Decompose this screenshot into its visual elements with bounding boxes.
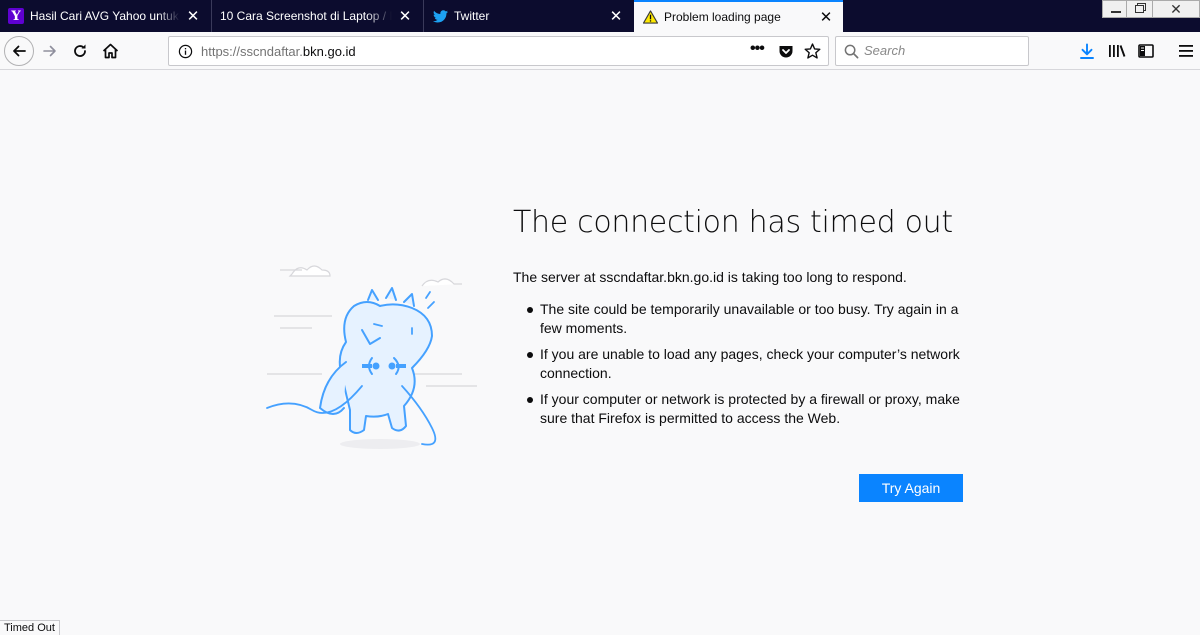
restore-button[interactable] <box>1126 0 1153 18</box>
url-prefix: https://sscndaftar. <box>201 44 303 59</box>
error-title: The connection has timed out <box>513 205 953 240</box>
home-button[interactable] <box>96 37 124 65</box>
reload-icon <box>74 44 86 57</box>
minimize-icon <box>1111 11 1121 13</box>
list-item: The site could be temporarily unavailabl… <box>527 300 970 338</box>
yahoo-icon: Y <box>8 8 24 24</box>
tab-label: Twitter <box>454 9 490 23</box>
menu-button[interactable] <box>1172 37 1200 65</box>
sidebar-icon <box>1138 44 1154 58</box>
url-text: https://sscndaftar.bkn.go.id <box>201 44 356 59</box>
search-icon <box>844 44 859 64</box>
hamburger-menu-icon <box>1179 45 1193 57</box>
url-domain: bkn.go.id <box>302 44 356 59</box>
home-icon <box>102 43 118 59</box>
download-arrow-icon <box>1080 43 1094 59</box>
search-bar[interactable] <box>835 36 1029 66</box>
tab-yahoo[interactable]: Y Hasil Cari AVG Yahoo untuk cari ✕ <box>0 0 210 32</box>
try-again-button[interactable]: Try Again <box>859 474 963 502</box>
sidebar-button[interactable] <box>1132 37 1160 65</box>
address-bar[interactable]: https://sscndaftar.bkn.go.id ••• <box>168 36 829 66</box>
tab-bar: Y Hasil Cari AVG Yahoo untuk cari ✕ 10 C… <box>0 0 1200 32</box>
dinosaur-unplugged-illustration <box>266 265 477 449</box>
close-icon[interactable]: ✕ <box>607 7 625 25</box>
status-panel: Timed Out <box>0 620 60 635</box>
page-actions-icon[interactable]: ••• <box>750 40 765 58</box>
pocket-icon[interactable] <box>778 44 794 64</box>
back-button[interactable] <box>4 36 34 66</box>
tab-label: Problem loading page <box>664 10 781 24</box>
info-icon[interactable] <box>178 44 193 64</box>
back-arrow-icon <box>13 45 26 57</box>
navigation-toolbar: https://sscndaftar.bkn.go.id ••• <box>0 32 1200 70</box>
forward-arrow-icon <box>43 45 56 57</box>
tab-label: 10 Cara Screenshot di Laptop / Kom <box>220 9 392 23</box>
library-button[interactable] <box>1103 37 1131 65</box>
error-page: The connection has timed out The server … <box>0 71 1200 635</box>
restore-icon <box>1135 5 1144 13</box>
close-icon: ✕ <box>1170 0 1182 17</box>
tab-label: Hasil Cari AVG Yahoo untuk cari <box>30 9 180 23</box>
tab-twitter[interactable]: Twitter ✕ <box>423 0 633 32</box>
close-icon[interactable]: ✕ <box>396 7 414 25</box>
close-icon[interactable]: ✕ <box>184 7 202 25</box>
bookmark-star-icon[interactable] <box>804 43 821 64</box>
list-item: If you are unable to load any pages, che… <box>527 345 970 383</box>
forward-button[interactable] <box>36 37 64 65</box>
warning-icon <box>642 9 658 25</box>
window-close-button[interactable]: ✕ <box>1152 0 1200 18</box>
tab-problem-loading[interactable]: Problem loading page ✕ <box>634 0 843 32</box>
list-item: If your computer or network is protected… <box>527 390 970 428</box>
reload-button[interactable] <box>66 37 94 65</box>
tab-screenshot-article[interactable]: 10 Cara Screenshot di Laptop / Kom ✕ <box>211 0 422 32</box>
twitter-icon <box>432 8 448 24</box>
library-icon <box>1109 45 1126 57</box>
error-suggestions: The site could be temporarily unavailabl… <box>527 300 970 435</box>
search-input[interactable] <box>864 43 1014 58</box>
downloads-button[interactable] <box>1073 37 1101 65</box>
error-description: The server at sscndaftar.bkn.go.id is ta… <box>513 269 907 285</box>
close-icon[interactable]: ✕ <box>817 8 835 26</box>
error-illustration <box>262 258 488 458</box>
